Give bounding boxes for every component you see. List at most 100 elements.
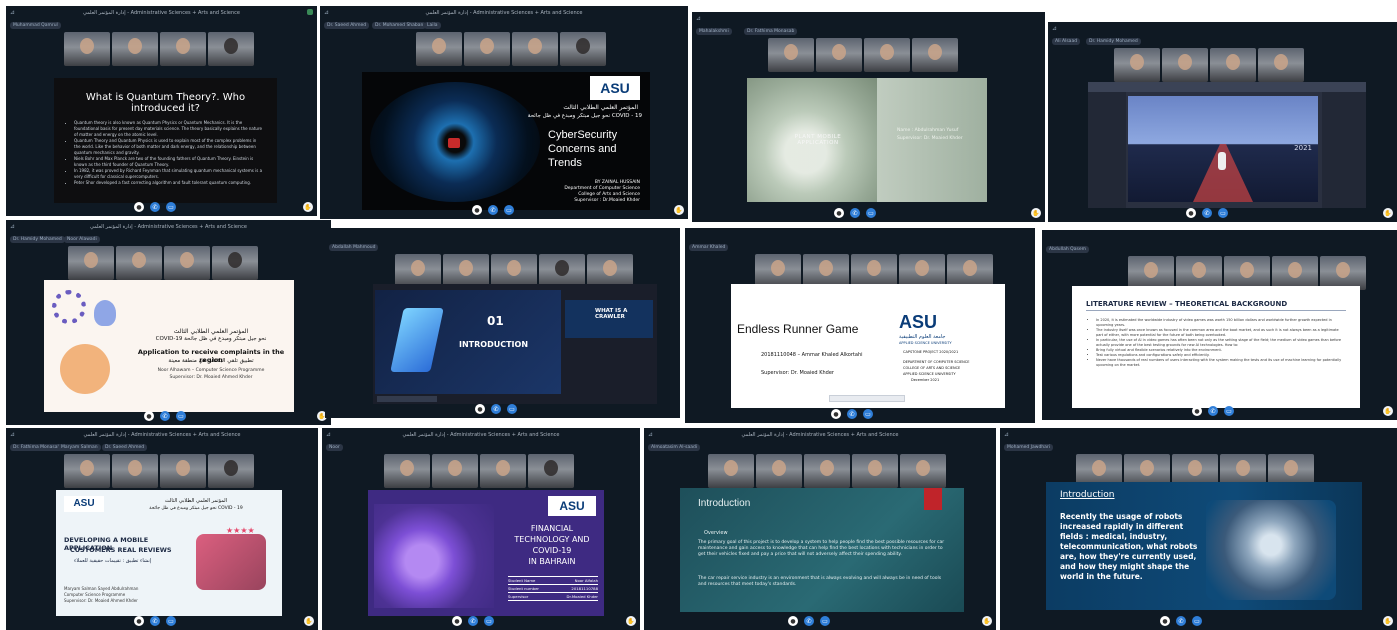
participant-video[interactable] [1272, 256, 1318, 290]
camera-icon[interactable]: ▭ [820, 616, 830, 626]
presenter-toolbar[interactable] [377, 396, 437, 402]
participant-video[interactable] [528, 454, 574, 488]
mic-icon[interactable]: ● [134, 616, 144, 626]
raise-hand-icon[interactable]: ✋ [674, 205, 684, 215]
mic-icon[interactable]: ● [788, 616, 798, 626]
participant-video[interactable] [480, 454, 526, 488]
presenter-toolbar[interactable] [829, 395, 905, 402]
participant-video[interactable] [755, 254, 801, 288]
mic-icon[interactable]: ● [472, 205, 482, 215]
phone-icon[interactable]: ✆ [1208, 406, 1218, 416]
participant-video[interactable] [68, 246, 114, 280]
phone-icon[interactable]: ✆ [850, 208, 860, 218]
phone-icon[interactable]: ✆ [847, 409, 857, 419]
raise-hand-icon[interactable]: ✋ [1383, 208, 1393, 218]
camera-icon[interactable]: ▭ [507, 404, 517, 414]
participant-video[interactable] [587, 254, 633, 288]
participant-video[interactable] [491, 254, 537, 288]
participant-video[interactable] [1162, 48, 1208, 82]
participant-video[interactable] [1176, 256, 1222, 290]
participant-video[interactable] [464, 32, 510, 66]
participant-video[interactable] [208, 454, 254, 488]
mic-icon[interactable]: ● [1186, 208, 1196, 218]
phone-icon[interactable]: ✆ [468, 616, 478, 626]
participant-video[interactable] [756, 454, 802, 488]
phone-icon[interactable]: ✆ [150, 202, 160, 212]
window-controls[interactable] [307, 9, 313, 15]
participant-video[interactable] [512, 32, 558, 66]
mic-icon[interactable]: ● [475, 404, 485, 414]
participant-video[interactable] [900, 454, 946, 488]
raise-hand-icon[interactable]: ✋ [626, 616, 636, 626]
phone-icon[interactable]: ✆ [1176, 616, 1186, 626]
participant-video[interactable] [112, 454, 158, 488]
camera-icon[interactable]: ▭ [863, 409, 873, 419]
mic-icon[interactable]: ● [144, 411, 154, 421]
participant-video[interactable] [1320, 256, 1366, 290]
participant-video[interactable] [947, 254, 993, 288]
participant-video[interactable] [560, 32, 606, 66]
pin-icon[interactable]: ⊿ [696, 15, 701, 22]
mic-icon[interactable]: ● [134, 202, 144, 212]
participant-video[interactable] [395, 254, 441, 288]
participant-video[interactable] [1114, 48, 1160, 82]
camera-icon[interactable]: ▭ [1218, 208, 1228, 218]
participant-video[interactable] [804, 454, 850, 488]
participant-video[interactable] [116, 246, 162, 280]
camera-icon[interactable]: ▭ [1224, 406, 1234, 416]
participant-video[interactable] [112, 32, 158, 66]
participant-video[interactable] [160, 454, 206, 488]
participant-video[interactable] [768, 38, 814, 72]
raise-hand-icon[interactable]: ✋ [982, 616, 992, 626]
phone-icon[interactable]: ✆ [1202, 208, 1212, 218]
participant-video[interactable] [212, 246, 258, 280]
mic-icon[interactable]: ● [831, 409, 841, 419]
camera-icon[interactable]: ▭ [166, 202, 176, 212]
participant-video[interactable] [1128, 256, 1174, 290]
camera-icon[interactable]: ▭ [504, 205, 514, 215]
participant-video[interactable] [803, 254, 849, 288]
participant-video[interactable] [416, 32, 462, 66]
participant-video[interactable] [1258, 48, 1304, 82]
mic-icon[interactable]: ● [1160, 616, 1170, 626]
camera-icon[interactable]: ▭ [866, 208, 876, 218]
participant-video[interactable] [443, 254, 489, 288]
participant-video[interactable] [1224, 256, 1270, 290]
camera-icon[interactable]: ▭ [484, 616, 494, 626]
raise-hand-icon[interactable]: ✋ [303, 202, 313, 212]
mic-icon[interactable]: ● [1192, 406, 1202, 416]
pin-icon[interactable]: ⊿ [1004, 431, 1009, 438]
participant-video[interactable] [912, 38, 958, 72]
participant-video[interactable] [864, 38, 910, 72]
participant-video[interactable] [852, 454, 898, 488]
camera-icon[interactable]: ▭ [166, 616, 176, 626]
raise-hand-icon[interactable]: ✋ [1383, 406, 1393, 416]
participant-video[interactable] [164, 246, 210, 280]
participant-video[interactable] [851, 254, 897, 288]
mic-icon[interactable]: ● [452, 616, 462, 626]
mic-icon[interactable]: ● [834, 208, 844, 218]
phone-icon[interactable]: ✆ [491, 404, 501, 414]
participant-video[interactable] [816, 38, 862, 72]
participant-video[interactable] [208, 32, 254, 66]
phone-icon[interactable]: ✆ [488, 205, 498, 215]
participant-video[interactable] [64, 32, 110, 66]
camera-icon[interactable]: ▭ [1192, 616, 1202, 626]
participant-video[interactable] [539, 254, 585, 288]
raise-hand-icon[interactable]: ✋ [1031, 208, 1041, 218]
camera-icon[interactable]: ▭ [176, 411, 186, 421]
pin-icon[interactable]: ⊿ [1052, 25, 1057, 32]
participant-video[interactable] [899, 254, 945, 288]
phone-icon[interactable]: ✆ [150, 616, 160, 626]
participant-video[interactable] [708, 454, 754, 488]
participant-video[interactable] [1210, 48, 1256, 82]
phone-icon[interactable]: ✆ [804, 616, 814, 626]
participant-video[interactable] [432, 454, 478, 488]
participant-video[interactable] [64, 454, 110, 488]
phone-icon[interactable]: ✆ [160, 411, 170, 421]
expand-icon[interactable] [307, 9, 313, 15]
raise-hand-icon[interactable]: ✋ [304, 616, 314, 626]
raise-hand-icon[interactable]: ✋ [1383, 616, 1393, 626]
participant-video[interactable] [160, 32, 206, 66]
participant-video[interactable] [384, 454, 430, 488]
